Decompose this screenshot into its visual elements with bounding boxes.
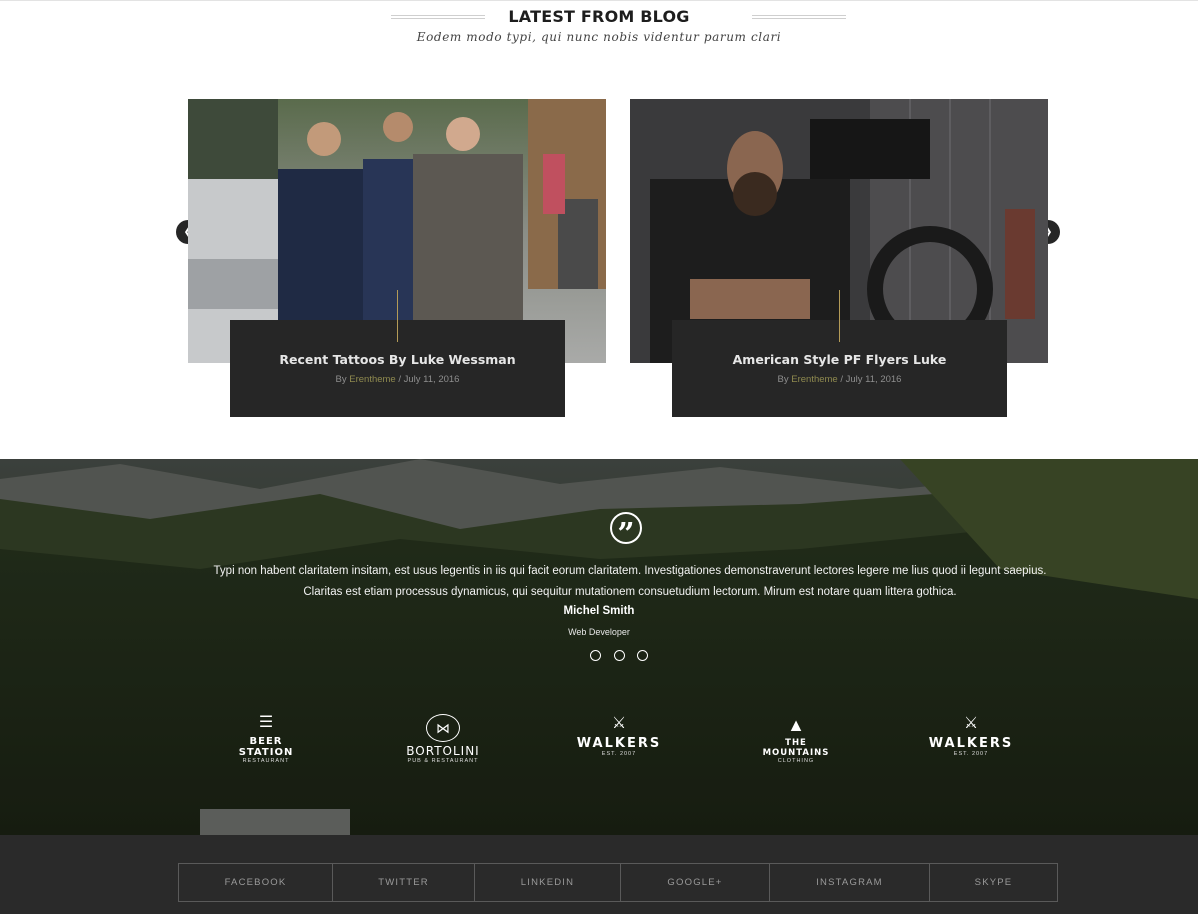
mountain-forest-background (0, 459, 1198, 835)
testimonial-role: Web Developer (568, 627, 630, 637)
post-meta: By Erentheme / July 11, 2016 (672, 374, 1007, 385)
post-title[interactable]: Recent Tattoos By Luke Wessman (230, 352, 565, 367)
social-link-facebook[interactable]: FACEBOOK (178, 863, 333, 902)
brand-name: BEER STATION (238, 736, 294, 758)
mountain-icon: ▲ (787, 715, 805, 735)
post-by: By (777, 374, 789, 385)
blog-post-card[interactable]: American Style PF Flyers Luke By Erenthe… (630, 99, 1048, 417)
brand-logo-the-mountains[interactable]: ▲ THE MOUNTAINS CLOTHING (752, 714, 840, 764)
caption-accent-line (839, 290, 840, 342)
blog-post-card[interactable]: Recent Tattoos By Luke Wessman By Erenth… (188, 99, 606, 417)
social-link-linkedin[interactable]: LINKEDIN (474, 863, 621, 902)
post-date: / July 11, 2016 (837, 374, 902, 385)
post-caption: Recent Tattoos By Luke Wessman By Erenth… (230, 290, 565, 417)
blog-title: LATEST FROM BLOG (508, 7, 690, 26)
brand-logo-walkers[interactable]: ⚔ WALKERS EST. 2007 (926, 714, 1016, 757)
pagination-dot-2[interactable] (614, 650, 625, 661)
blog-subtitle: Eodem modo typi, qui nunc nobis videntur… (416, 30, 782, 44)
crossed-axes-icon: ⚔ (963, 715, 979, 732)
post-caption: American Style PF Flyers Luke By Erenthe… (672, 290, 1007, 417)
blog-section: LATEST FROM BLOG Eodem modo typi, qui nu… (0, 0, 1198, 459)
brand-name: THE MOUNTAINS (762, 738, 830, 758)
brand-sub: EST. 2007 (601, 751, 637, 757)
testimonial-author: Michel Smith (563, 605, 635, 617)
social-link-skype[interactable]: SKYPE (929, 863, 1058, 902)
brand-sub: PUB & RESTAURANT (407, 758, 479, 764)
testimonial-section: ” Typi non habent claritatem insitam, es… (0, 459, 1198, 835)
blog-header: LATEST FROM BLOG Eodem modo typi, qui nu… (0, 7, 1198, 44)
brand-logo-beer-station[interactable]: ☰ BEER STATION RESTAURANT (222, 714, 310, 764)
pagination-dot-3[interactable] (637, 650, 648, 661)
crossed-axes-icon: ⚔ (611, 715, 627, 732)
post-author-link[interactable]: Erentheme (349, 374, 395, 385)
social-link-googleplus[interactable]: GOOGLE+ (620, 863, 770, 902)
quote-icon: ” (610, 512, 642, 552)
brand-sub: RESTAURANT (242, 758, 290, 764)
social-link-instagram[interactable]: INSTAGRAM (769, 863, 930, 902)
brand-name: WALKERS (928, 736, 1014, 751)
brand-name: BORTOLINI (406, 744, 480, 758)
post-meta: By Erentheme / July 11, 2016 (230, 374, 565, 385)
beer-glass-icon: ☰ (258, 714, 274, 731)
footer: FACEBOOK TWITTER LINKEDIN GOOGLE+ INSTAG… (0, 835, 1198, 914)
brand-sub: EST. 2007 (953, 751, 989, 757)
testimonial-pagination (590, 650, 652, 662)
social-links: FACEBOOK TWITTER LINKEDIN GOOGLE+ INSTAG… (178, 863, 1058, 902)
social-link-twitter[interactable]: TWITTER (332, 863, 475, 902)
post-date: / July 11, 2016 (395, 374, 460, 385)
caption-accent-line (397, 290, 398, 342)
brand-name: WALKERS (576, 736, 662, 751)
post-title[interactable]: American Style PF Flyers Luke (672, 352, 1007, 367)
post-author-link[interactable]: Erentheme (791, 374, 837, 385)
pagination-dot-1[interactable] (590, 650, 601, 661)
brand-logo-bortolini[interactable]: ⋈ BORTOLINI PUB & RESTAURANT (402, 714, 484, 764)
bowtie-icon: ⋈ (426, 714, 460, 742)
brand-logo-walkers[interactable]: ⚔ WALKERS EST. 2007 (574, 714, 664, 757)
brand-sub: CLOTHING (777, 758, 815, 764)
post-by: By (335, 374, 347, 385)
testimonial-text: Typi non habent claritatem insitam, est … (213, 565, 1047, 598)
